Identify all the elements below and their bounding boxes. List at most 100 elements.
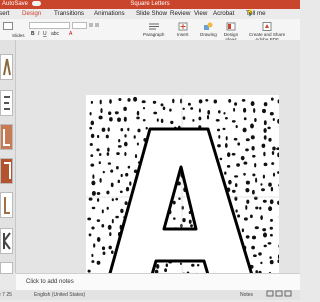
polka-dot [199, 108, 201, 112]
polka-dot [271, 162, 274, 165]
polka-dot [207, 115, 209, 119]
design-ideas-button[interactable]: Design Ideas [222, 22, 240, 42]
polka-dot [143, 119, 146, 121]
polka-dot [111, 183, 114, 187]
polka-dot [255, 206, 258, 209]
paragraph-label: Paragraph [143, 32, 164, 37]
polka-dot [243, 162, 247, 165]
polka-dot [267, 127, 270, 130]
font-controls[interactable]: B I U abc A [29, 22, 119, 38]
slide-editor-area[interactable] [16, 40, 300, 273]
polka-dot [268, 206, 272, 211]
polka-dot [107, 148, 110, 152]
paragraph-button[interactable]: Paragraph [143, 22, 164, 37]
polka-dot [92, 174, 94, 179]
polka-dot [115, 198, 118, 201]
polka-dot [246, 200, 249, 204]
ribbon: Slides B I U abc A Paragraph Insert Draw… [0, 19, 300, 41]
thumbnail-letter-icon [1, 91, 12, 115]
polka-dot [264, 163, 268, 167]
slide-thumbnail[interactable] [0, 192, 13, 218]
polka-dot [157, 118, 159, 121]
polka-dot [93, 243, 95, 247]
thumbnail-letter-icon [1, 159, 12, 183]
polka-dot [172, 99, 174, 103]
polka-dot [237, 214, 240, 217]
create-share-pdf-button[interactable]: Create and Share Adobe PDF [245, 22, 289, 42]
insert-button[interactable]: Insert [177, 22, 189, 37]
polka-dot [263, 200, 267, 203]
polka-dot [223, 112, 225, 115]
polka-dot [182, 218, 185, 222]
polka-dot [262, 228, 266, 231]
polka-dot [264, 245, 267, 248]
polka-dot [108, 111, 111, 115]
polka-dot [178, 197, 180, 200]
polka-dot [156, 264, 159, 269]
polka-dot [197, 264, 199, 266]
drawing-button[interactable]: Drawing [200, 22, 217, 37]
polka-dot [170, 121, 173, 124]
tab-review[interactable]: Review [170, 9, 190, 19]
slide-canvas[interactable] [86, 95, 279, 299]
polka-dot [97, 135, 99, 138]
polka-dot [217, 129, 220, 132]
polka-dot [225, 143, 228, 148]
polka-dot [251, 246, 255, 250]
polka-dot [183, 108, 185, 110]
slide-thumbnail-pane[interactable] [0, 40, 16, 273]
thumbnail-letter-icon [1, 193, 12, 217]
polka-dot [135, 154, 137, 158]
slide-indicator: e 7 25 [0, 290, 12, 300]
slide-thumbnail[interactable] [0, 54, 13, 80]
polka-dot [255, 178, 257, 183]
view-icons[interactable] [266, 290, 296, 302]
insert-label: Insert [177, 32, 189, 37]
polka-dot [234, 175, 238, 177]
polka-dot [118, 145, 122, 148]
polka-dot [242, 99, 246, 102]
polka-dot [137, 143, 139, 146]
polka-dot [263, 128, 266, 133]
pdf-icon [262, 22, 272, 31]
document-title: Square Letters [0, 0, 300, 9]
polka-dot [255, 226, 259, 229]
slide-artwork [86, 95, 279, 299]
tab-insert[interactable]: Insert [0, 9, 9, 19]
tab-view[interactable]: View [194, 9, 207, 19]
polka-dot [128, 166, 130, 169]
slide-thumbnail[interactable] [0, 158, 13, 184]
polka-dot [270, 234, 273, 237]
shapes-icon [203, 22, 213, 31]
polka-dot [218, 135, 220, 139]
polka-dot [127, 98, 130, 102]
polka-dot [109, 117, 113, 121]
polka-dot [207, 110, 210, 115]
slide-thumbnail[interactable] [0, 262, 13, 274]
polka-dot [226, 136, 228, 140]
polka-dot [137, 111, 140, 116]
notes-pane[interactable]: Click to add notes [16, 273, 300, 291]
polka-dot [225, 117, 228, 119]
polka-dot [92, 207, 96, 209]
polka-dot [91, 101, 93, 104]
tab-transitions[interactable]: Transitions [54, 9, 84, 19]
tab-animations[interactable]: Animations [94, 9, 125, 19]
polka-dot [91, 121, 94, 126]
language-indicator[interactable]: English (United States) [34, 290, 85, 300]
slide-thumbnail[interactable] [0, 228, 13, 254]
slide-thumbnail[interactable] [0, 90, 13, 116]
polka-dot [106, 135, 109, 139]
polka-dot [246, 181, 250, 185]
new-slide-button[interactable] [3, 22, 13, 32]
notes-toggle[interactable]: Notes [240, 290, 253, 300]
polka-dot [236, 163, 240, 166]
tab-slide-show[interactable]: Slide Show [136, 9, 167, 19]
polka-dot [90, 163, 94, 166]
polka-dot [250, 214, 253, 218]
slide-thumbnail[interactable] [0, 124, 13, 150]
polka-dot [259, 207, 261, 210]
polka-dot [270, 199, 274, 204]
drawing-label: Drawing [200, 32, 217, 37]
tab-acrobat[interactable]: Acrobat [213, 9, 234, 19]
